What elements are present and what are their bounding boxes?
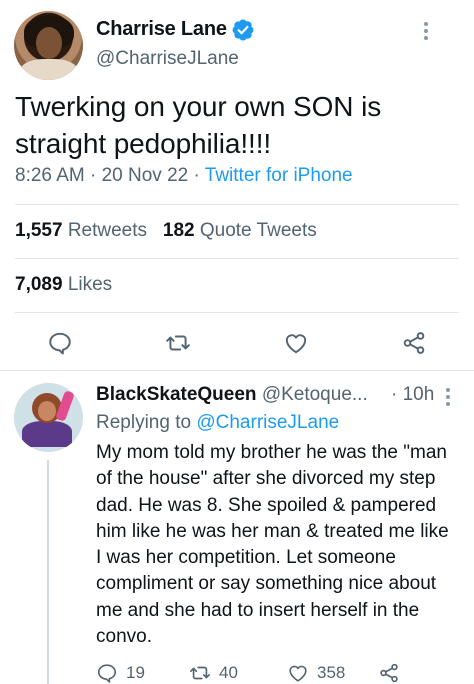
reply-text: My mom told my brother he was the "man o…	[96, 442, 449, 648]
author-display-name[interactable]: Charrise Lane	[96, 18, 227, 41]
divider	[15, 204, 459, 205]
reply-share-button[interactable]	[378, 662, 400, 684]
retweet-icon	[189, 662, 211, 684]
reply-replies-count: 19	[126, 663, 145, 682]
likes-label: Likes	[67, 274, 113, 295]
retweets-count: 1,557	[15, 220, 63, 241]
thread-line	[47, 460, 49, 684]
tweet-time: 8:26 AM	[15, 165, 85, 186]
meta-separator: ·	[90, 165, 97, 186]
more-options-icon[interactable]	[424, 22, 430, 40]
share-icon[interactable]	[401, 330, 427, 356]
author-handle[interactable]: @CharriseJLane	[96, 48, 239, 70]
like-icon	[287, 662, 309, 684]
reply-retweets-count: 40	[219, 663, 238, 682]
reply-timestamp[interactable]: · 10h	[391, 384, 434, 406]
share-icon	[378, 662, 400, 684]
author-avatar[interactable]	[14, 11, 83, 80]
divider	[15, 258, 459, 259]
reply-author-handle[interactable]: @Ketoque...	[262, 384, 368, 405]
retweets-label: Retweets	[67, 220, 148, 241]
tweet-metadata: 8:26 AM · 20 Nov 22 · Twitter for iPhone	[15, 165, 353, 187]
reply-author-avatar[interactable]	[14, 383, 83, 452]
reply-icon[interactable]	[47, 330, 73, 356]
verified-badge-icon	[232, 19, 254, 41]
quote-tweets-link[interactable]: 182 Quote Tweets	[163, 220, 317, 241]
like-icon[interactable]	[283, 330, 309, 356]
retweet-stats: 1,557 Retweets 182 Quote Tweets	[15, 220, 317, 242]
reply-header: BlackSkateQueen @Ketoque...	[96, 384, 368, 406]
reply-more-options-icon[interactable]	[446, 388, 450, 406]
likes-link[interactable]: 7,089 Likes	[15, 274, 112, 296]
meta-separator: ·	[193, 165, 200, 186]
reply-like-button[interactable]: 358	[287, 662, 345, 684]
replying-to-mention[interactable]: @CharriseJLane	[196, 412, 339, 433]
replying-to-prefix: Replying to	[96, 412, 192, 433]
reply-author-name[interactable]: BlackSkateQueen	[96, 384, 257, 405]
divider	[0, 370, 474, 371]
reply-likes-count: 358	[317, 663, 346, 682]
quote-tweets-count: 182	[162, 220, 195, 241]
tweet-date: 20 Nov 22	[101, 165, 189, 186]
tweet-source-link[interactable]: Twitter for iPhone	[205, 165, 353, 186]
time-separator: ·	[391, 384, 398, 405]
tweet-text: Twerking on your own SON is straight ped…	[15, 91, 382, 159]
retweet-icon[interactable]	[165, 330, 191, 356]
divider	[15, 312, 459, 313]
quote-tweets-label: Quote Tweets	[199, 220, 317, 241]
likes-count: 7,089	[15, 274, 63, 295]
reply-icon	[96, 662, 118, 684]
reply-retweet-button[interactable]: 40	[189, 662, 238, 684]
reply-reply-button[interactable]: 19	[96, 662, 145, 684]
replying-to: Replying to @CharriseJLane	[96, 412, 339, 434]
reply-time: 10h	[402, 384, 435, 405]
retweets-link[interactable]: 1,557 Retweets	[15, 220, 147, 241]
